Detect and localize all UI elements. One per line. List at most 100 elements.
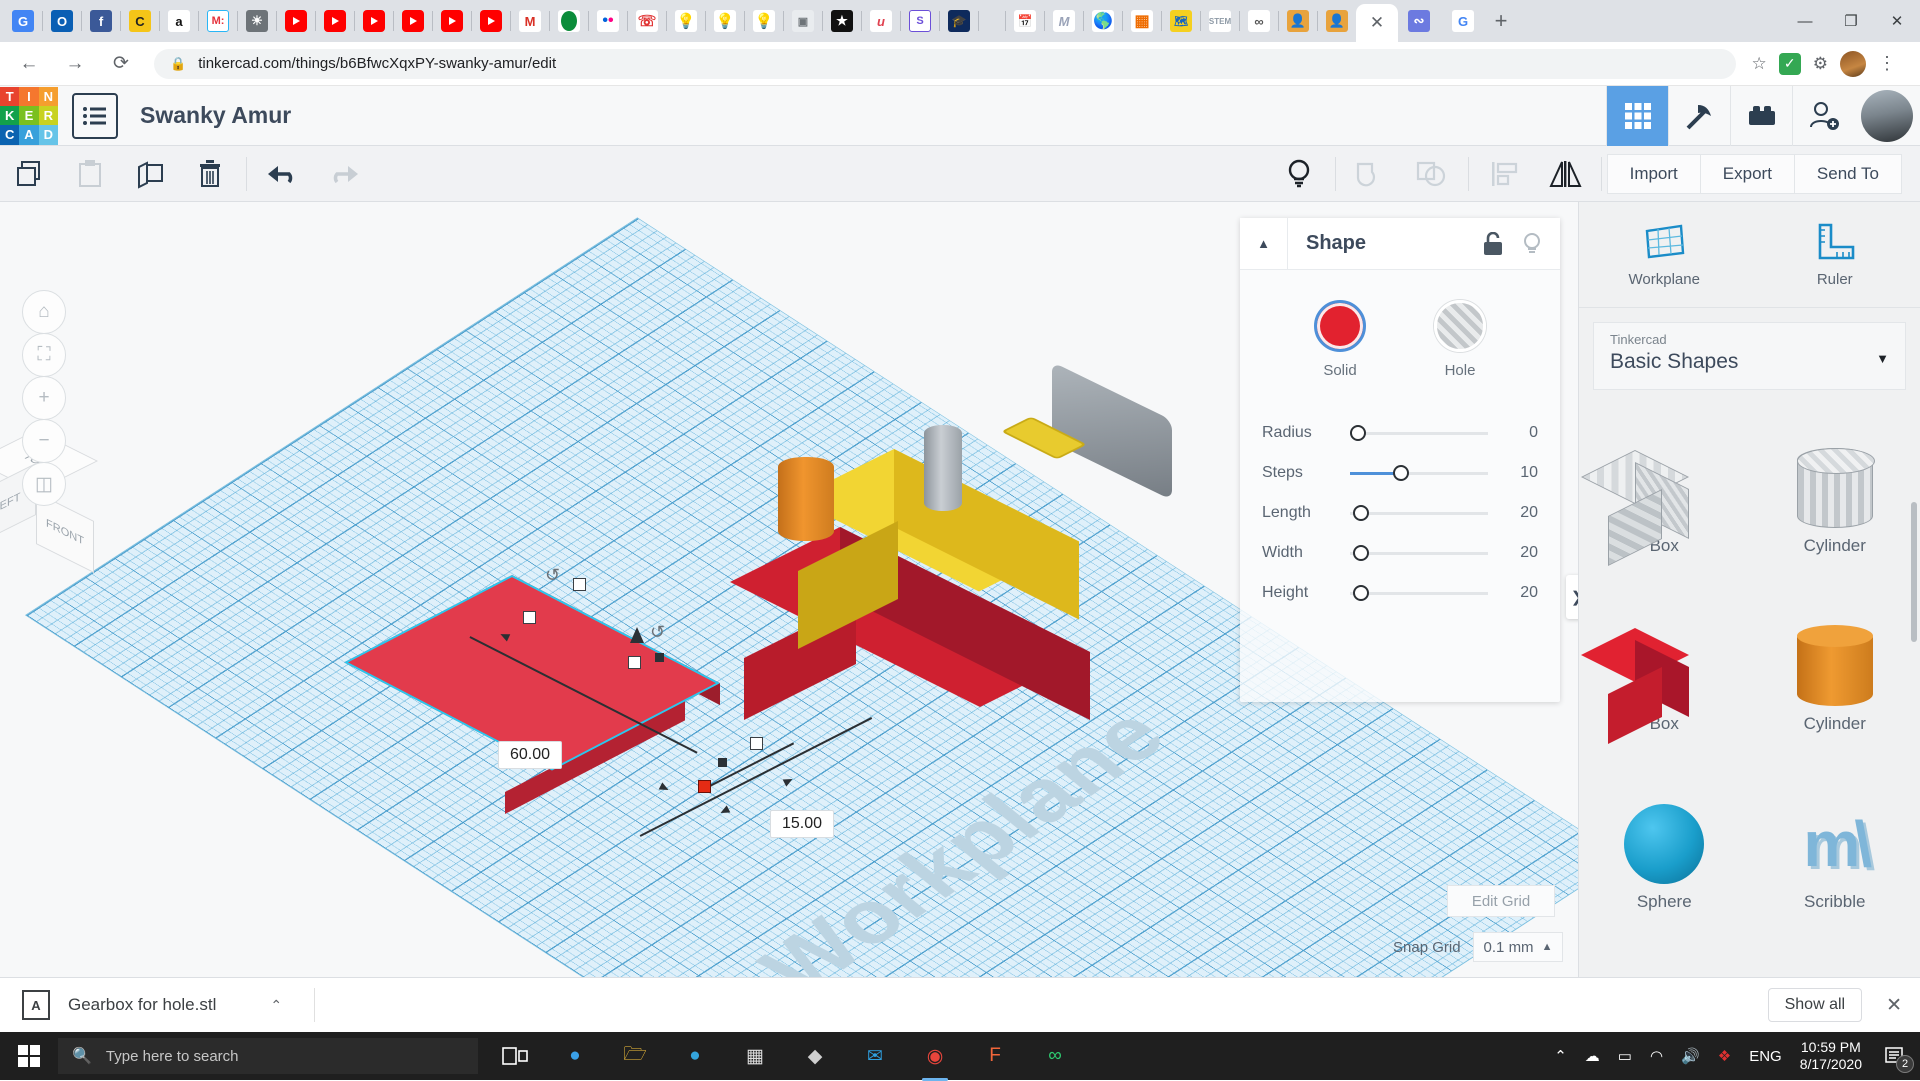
volume-icon[interactable]: 🔊 [1681, 1047, 1700, 1065]
orange-grid-bookmark[interactable]: ▦ [1131, 10, 1153, 32]
battery-icon[interactable]: ▭ [1618, 1047, 1632, 1065]
shape-gallery[interactable]: Box Cylinder Box Cylinder [1579, 404, 1920, 964]
slider-knob-steps[interactable] [1393, 465, 1409, 481]
forward-button[interactable]: → [56, 45, 94, 83]
shape-box-hole[interactable]: Box [1579, 404, 1750, 556]
mirror-flip-icon[interactable] [1535, 146, 1595, 202]
dimension-label-width[interactable]: 15.00 [770, 810, 834, 838]
u-bookmark[interactable]: u [870, 10, 892, 32]
calendar-bookmark[interactable]: 📅 [1014, 10, 1036, 32]
height-handle[interactable] [655, 653, 664, 662]
m-bookmark[interactable]: M: [207, 10, 229, 32]
notifications-button[interactable]: 2 [1880, 1041, 1910, 1071]
back-button[interactable]: ← [10, 45, 48, 83]
reload-button[interactable]: ⟳ [102, 45, 140, 83]
show-all-downloads-button[interactable]: Show all [1768, 988, 1862, 1022]
shape-library-select[interactable]: Tinkercad Basic Shapes ▼ [1593, 322, 1906, 390]
slider-value-radius[interactable]: 0 [1504, 424, 1538, 442]
extension-puzzle-icon[interactable]: ⚙ [1813, 54, 1828, 74]
new-tab-button[interactable]: + [1486, 6, 1516, 36]
export-button[interactable]: Export [1700, 154, 1795, 194]
slider-knob-height[interactable] [1353, 585, 1369, 601]
bookmark-star-icon[interactable]: ☆ [1752, 54, 1767, 74]
skype-button[interactable]: ● [680, 1041, 710, 1071]
person-bookmark-2[interactable]: 👤 [1326, 10, 1348, 32]
loop-bookmark[interactable]: ∞ [1248, 10, 1270, 32]
facebook-bookmark[interactable]: f [90, 10, 112, 32]
slider-track-steps[interactable] [1350, 472, 1488, 475]
rotate-handle-1[interactable]: ↺ [545, 565, 560, 586]
user-avatar[interactable] [1861, 90, 1913, 142]
youtube-bookmark-2[interactable] [324, 10, 346, 32]
language-indicator[interactable]: ENG [1749, 1048, 1782, 1065]
lightbulb-icon[interactable] [1269, 146, 1329, 202]
resize-handle-corner[interactable] [698, 780, 711, 793]
profile-avatar[interactable] [1840, 51, 1866, 77]
slider-knob-radius[interactable] [1350, 425, 1366, 441]
maximize-button[interactable]: ❐ [1828, 0, 1874, 42]
m-script-bookmark[interactable]: M [1053, 10, 1075, 32]
amazon-bookmark[interactable]: a [168, 10, 190, 32]
resize-handle-left[interactable] [523, 611, 536, 624]
slider-value-length[interactable]: 20 [1504, 504, 1538, 522]
slider-track-length[interactable] [1350, 512, 1488, 515]
undo-icon[interactable] [253, 146, 313, 202]
shape-scribble[interactable]: m\ Scribble [1750, 760, 1920, 912]
search-input[interactable]: 🔍 Type here to search [58, 1038, 478, 1074]
slider-knob-width[interactable] [1353, 545, 1369, 561]
show-hidden-icons-button[interactable]: ⌃ [1554, 1047, 1567, 1065]
snap-grid-value[interactable]: 0.1 mm ▲ [1473, 932, 1564, 962]
microsoft-store-button[interactable]: ▦ [740, 1041, 770, 1071]
zoom-in-button[interactable]: + [22, 376, 66, 420]
stem-bookmark[interactable]: STEM [1209, 10, 1231, 32]
red-phone-bookmark[interactable]: ☏ [636, 10, 658, 32]
edit-grid-button[interactable]: Edit Grid [1447, 885, 1555, 917]
alienware-button[interactable]: ◆ [800, 1041, 830, 1071]
youtube-bookmark-3[interactable] [363, 10, 385, 32]
s-bookmark[interactable]: S [909, 10, 931, 32]
duplicate-icon[interactable] [120, 146, 180, 202]
send-to-button[interactable]: Send To [1794, 154, 1902, 194]
outlook-bookmark[interactable]: O [51, 10, 73, 32]
edge-handle[interactable] [718, 758, 727, 767]
page-title[interactable]: Swanky Amur [140, 102, 291, 129]
minimize-button[interactable]: — [1782, 0, 1828, 42]
slider-track-width[interactable] [1350, 552, 1488, 555]
bulb-bookmark-1[interactable]: 💡 [675, 10, 697, 32]
project-menu-icon[interactable] [72, 93, 118, 139]
rotate-handle-2[interactable]: ↺ [650, 622, 665, 643]
home-view-button[interactable]: ⌂ [22, 290, 66, 334]
zoom-out-button[interactable]: − [22, 419, 66, 463]
codeblocks-pickaxe-icon[interactable] [1668, 86, 1730, 146]
gmail-bookmark[interactable]: M [519, 10, 541, 32]
fit-view-button[interactable]: ⛶ [22, 333, 66, 377]
next-tab-favicon[interactable]: ∾ [1408, 10, 1430, 32]
youtube-bookmark-5[interactable] [441, 10, 463, 32]
star-bookmark[interactable]: ★ [831, 10, 853, 32]
close-download-bar-icon[interactable]: ✕ [1886, 994, 1902, 1017]
bulb-bookmark-3[interactable]: 💡 [753, 10, 775, 32]
tinkercad-button[interactable]: ∞ [1040, 1041, 1070, 1071]
unlock-icon[interactable] [1482, 232, 1504, 256]
slider-track-height[interactable] [1350, 592, 1488, 595]
tab-close-icon[interactable]: ✕ [1370, 13, 1384, 33]
file-explorer-button[interactable]: 🗁 [620, 1041, 650, 1071]
person-bookmark-1[interactable]: 👤 [1287, 10, 1309, 32]
ortho-perspective-button[interactable]: ◫ [22, 462, 66, 506]
gearbox-model[interactable] [840, 397, 1260, 717]
invite-person-icon[interactable] [1792, 86, 1854, 146]
globe-bookmark[interactable]: ☀ [246, 10, 268, 32]
lightbulb-icon[interactable] [1522, 232, 1542, 256]
tinkercad-logo[interactable]: T I N K E R C A D [0, 87, 58, 145]
extension-green-icon[interactable]: ✓ [1779, 53, 1801, 75]
chrome-button[interactable]: ◉ [920, 1041, 950, 1071]
download-item[interactable]: A Gearbox for hole.stl ⌃ [0, 990, 282, 1020]
slider-knob-length[interactable] [1353, 505, 1369, 521]
task-view-button[interactable] [500, 1041, 530, 1071]
download-menu-chevron-icon[interactable]: ⌃ [270, 997, 282, 1014]
flickr-bookmark[interactable]: •• [597, 10, 619, 32]
google-translate-bookmark[interactable]: G [12, 10, 34, 32]
youtube-bookmark-4[interactable] [402, 10, 424, 32]
youtube-bookmark-1[interactable] [285, 10, 307, 32]
hole-swatch[interactable] [1434, 300, 1486, 352]
